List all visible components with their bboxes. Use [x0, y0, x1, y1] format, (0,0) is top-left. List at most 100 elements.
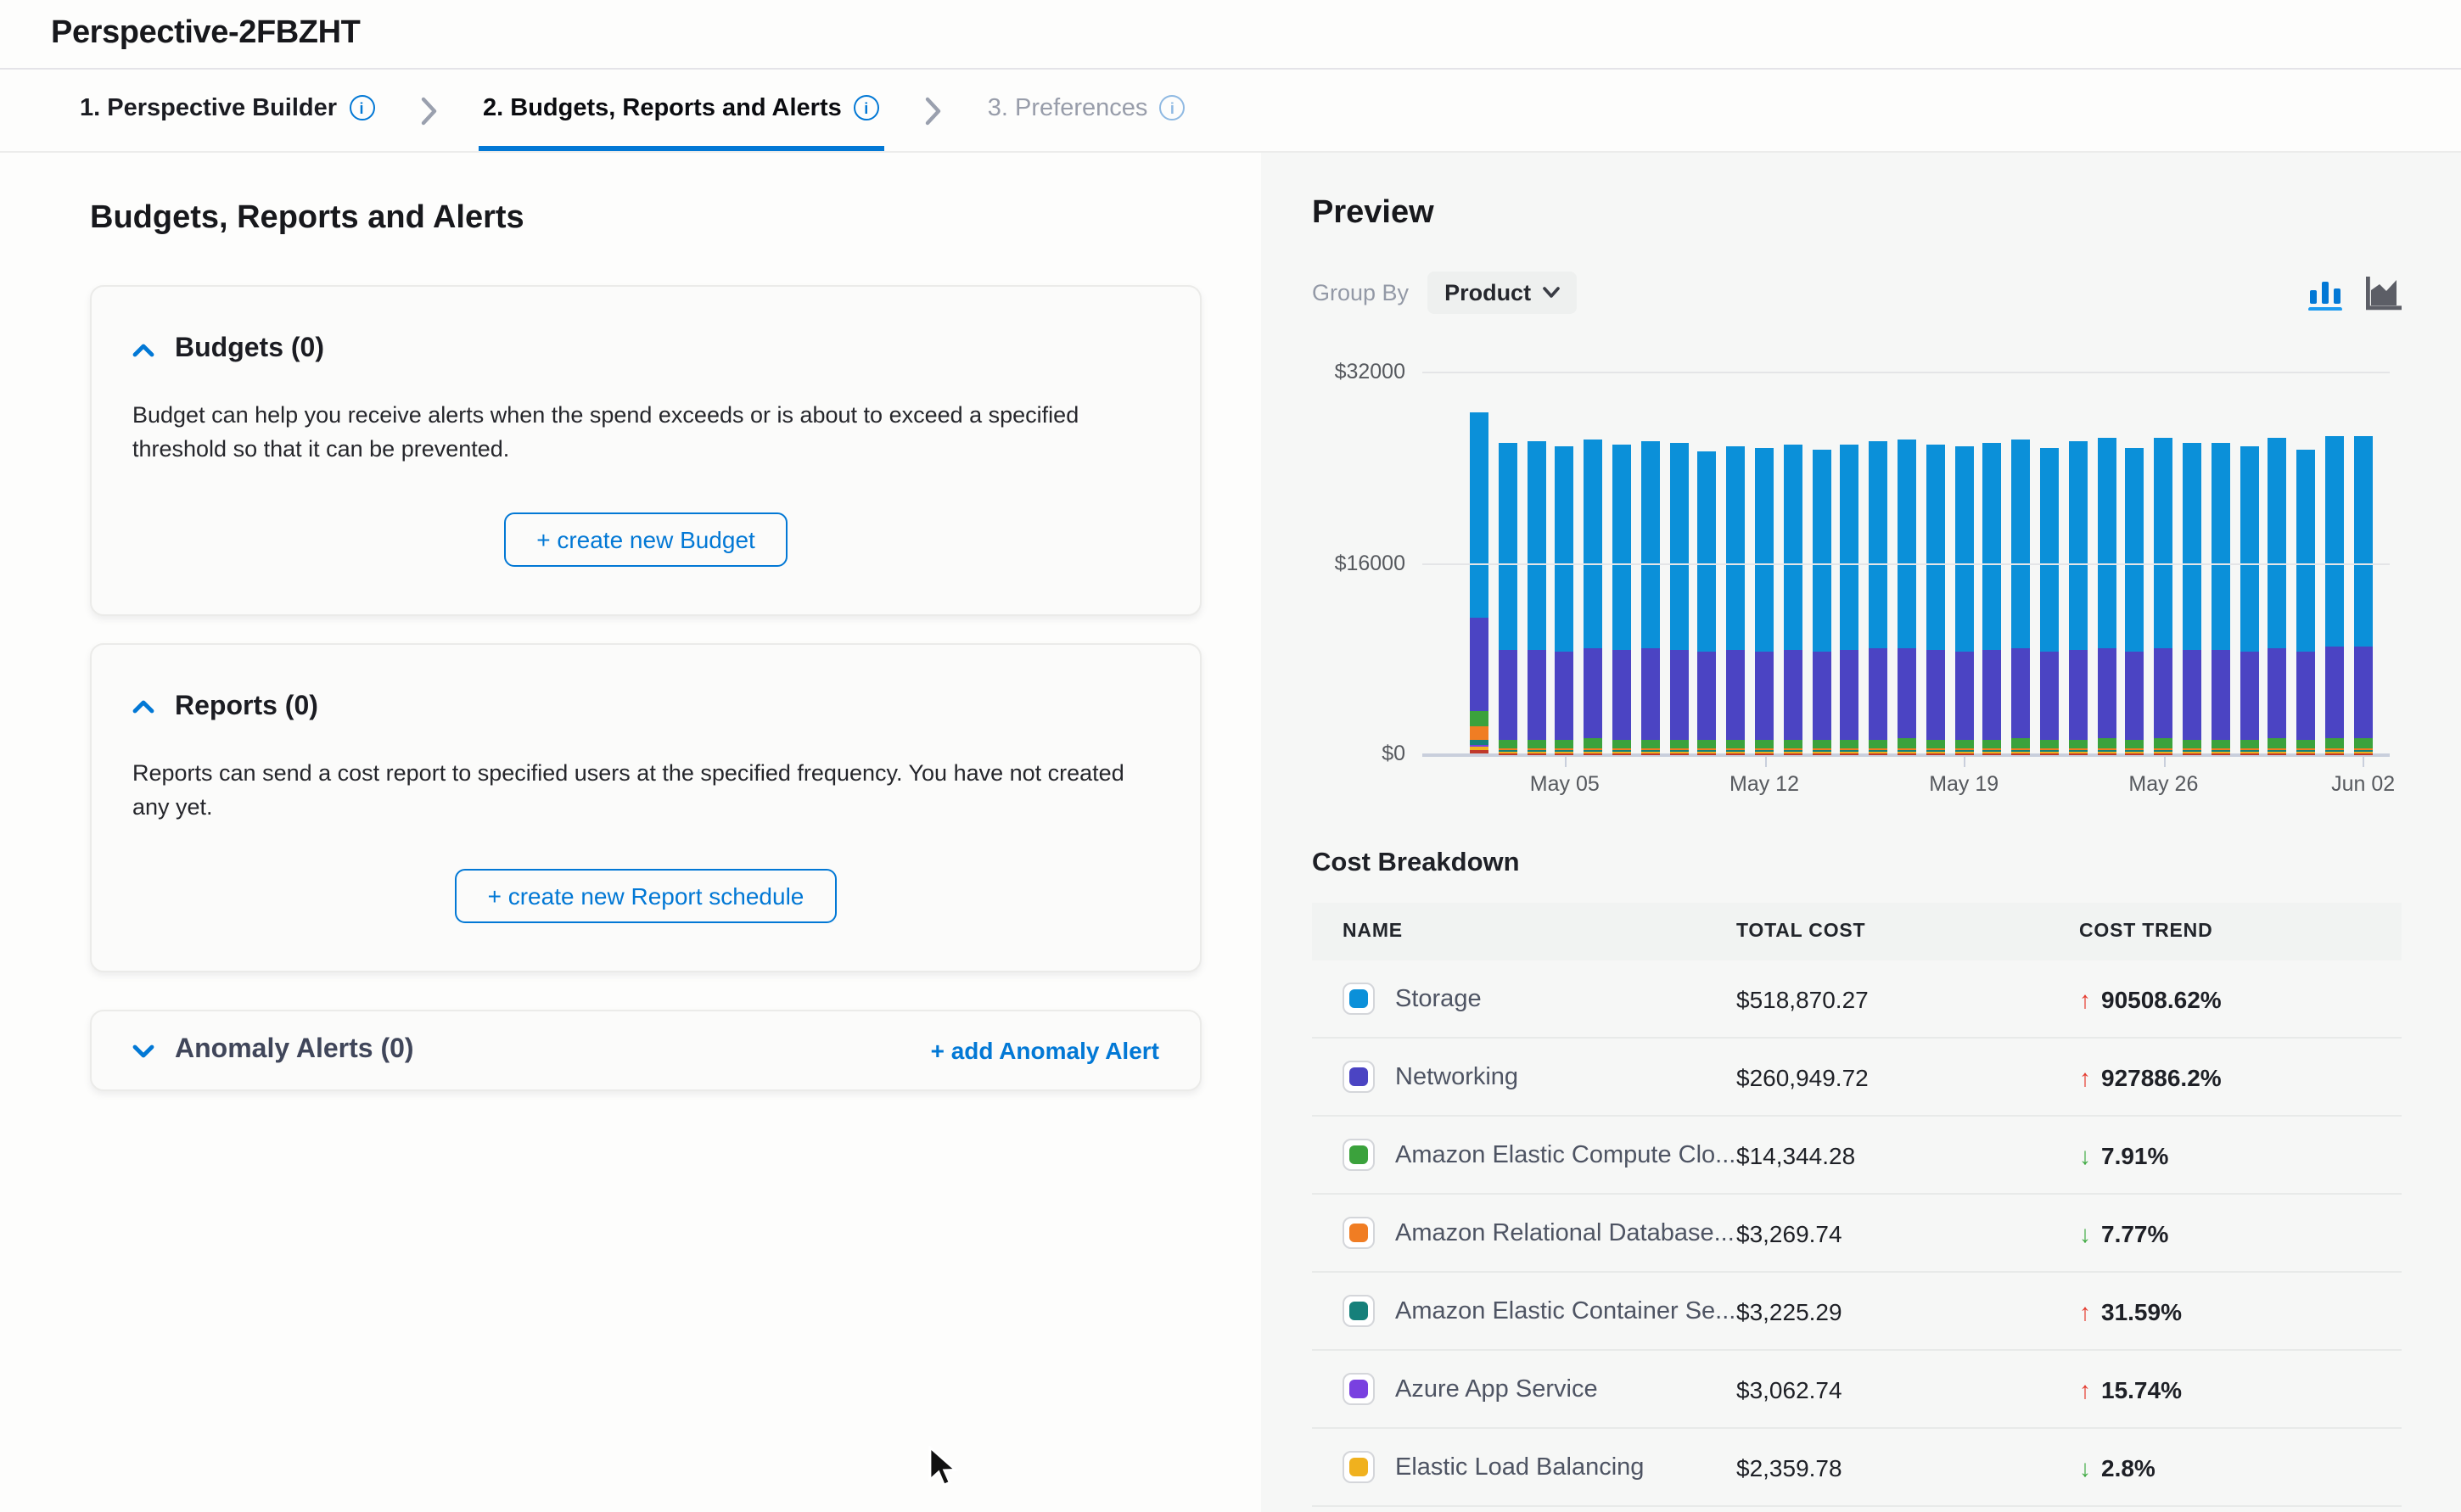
app-root: Perspective-2FBZHT 1. Perspective Builde… — [0, 0, 2461, 1512]
info-icon[interactable]: i — [1159, 95, 1185, 120]
info-icon[interactable]: i — [854, 95, 879, 120]
chart-bar[interactable] — [1755, 449, 1774, 753]
column-header-cost-trend: COST TREND — [2079, 921, 2402, 942]
chart-bar[interactable] — [1926, 445, 1945, 753]
trend-up-arrow-icon: ↑ — [2079, 1063, 2091, 1090]
anomaly-alerts-card-title: Anomaly Alerts (0) — [175, 1035, 414, 1066]
tab-label: 2. Budgets, Reports and Alerts — [483, 94, 842, 121]
x-axis-tick — [2163, 757, 2165, 767]
table-row[interactable]: Azure App Service$3,062.74↑15.74% — [1312, 1351, 2402, 1429]
anomaly-alerts-card: Anomaly Alerts (0) + add Anomaly Alert — [90, 1010, 1202, 1091]
series-color-swatch — [1343, 1295, 1375, 1327]
tab-budgets-reports-alerts[interactable]: 2. Budgets, Reports and Alerts i — [478, 70, 884, 151]
chart-bar[interactable] — [1527, 442, 1545, 753]
series-color-swatch — [1343, 1139, 1375, 1171]
chart-bar[interactable] — [1556, 446, 1574, 753]
chart-bar[interactable] — [2183, 443, 2201, 753]
chart-bar[interactable] — [2296, 450, 2315, 754]
table-row[interactable]: Amazon Relational Database...$3,269.74↓7… — [1312, 1195, 2402, 1273]
bar-chart-toggle[interactable] — [2308, 276, 2342, 310]
chart-bar[interactable] — [2154, 439, 2172, 754]
chart-bar[interactable] — [1869, 441, 1887, 753]
budgets-card: Budgets (0) Budget can help you receive … — [90, 285, 1202, 615]
x-axis-tick — [2363, 757, 2365, 767]
group-by-select[interactable]: Product — [1427, 272, 1577, 314]
trend-value: 15.74% — [2101, 1375, 2182, 1403]
x-axis-tick — [1565, 757, 1567, 767]
chart-bar[interactable] — [1669, 442, 1688, 753]
reports-card-title: Reports (0) — [175, 692, 318, 722]
chart-bar[interactable] — [1812, 451, 1830, 753]
chart-bar[interactable] — [2325, 437, 2344, 753]
area-chart-icon — [2366, 276, 2402, 310]
reports-card-header[interactable]: Reports (0) — [132, 692, 1159, 722]
chart-bar[interactable] — [2240, 446, 2258, 753]
chart-bar[interactable] — [2354, 436, 2373, 753]
row-total-cost: $3,269.74 — [1736, 1219, 2079, 1246]
trend-down-arrow-icon: ↓ — [2079, 1219, 2091, 1246]
anomaly-alerts-card-header[interactable]: Anomaly Alerts (0) — [132, 1035, 414, 1066]
trend-value: 7.91% — [2101, 1141, 2168, 1168]
y-axis-label: $0 — [1300, 742, 1405, 765]
x-axis-label: Jun 02 — [2331, 772, 2395, 796]
trend-up-arrow-icon: ↑ — [2079, 985, 2091, 1012]
tab-label: 3. Preferences — [988, 94, 1148, 121]
preview-chart: $32000$16000$0 May 05May 12May 19May 26J… — [1312, 372, 2402, 808]
series-color-swatch — [1343, 1217, 1375, 1249]
row-total-cost: $518,870.27 — [1736, 985, 2079, 1012]
cost-breakdown-header-row: NAME TOTAL COST COST TREND — [1312, 903, 2402, 960]
create-report-schedule-button[interactable]: + create new Report schedule — [456, 869, 837, 923]
chart-bar[interactable] — [1898, 440, 1916, 753]
info-icon[interactable]: i — [349, 95, 374, 120]
chart-bar[interactable] — [1584, 440, 1602, 753]
cost-breakdown-table: NAME TOTAL COST COST TREND Storage $518,8… — [1312, 903, 2402, 1507]
chart-bar[interactable] — [1470, 412, 1488, 753]
tab-preferences[interactable]: 3. Preferences i — [983, 70, 1191, 151]
chart-bar[interactable] — [2212, 442, 2230, 753]
chart-bar[interactable] — [2069, 442, 2088, 753]
series-color-swatch — [1343, 1061, 1375, 1093]
add-anomaly-alert-link[interactable]: + add Anomaly Alert — [931, 1037, 1159, 1064]
trend-value: 90508.62% — [2101, 985, 2222, 1012]
table-row[interactable]: Amazon Elastic Container Se...$3,225.29↑… — [1312, 1273, 2402, 1351]
row-cost-trend: ↓ 7.77% — [2079, 1219, 2402, 1246]
row-name: Elastic Load Balancing — [1395, 1453, 1644, 1481]
budgets-card-header[interactable]: Budgets (0) — [132, 334, 1159, 365]
chevron-up-icon — [132, 342, 154, 357]
chart-bar[interactable] — [2097, 438, 2116, 753]
table-row[interactable]: Storage $518,870.27↑ 90508.62% — [1312, 960, 2402, 1039]
create-budget-button[interactable]: + create new Budget — [504, 512, 788, 566]
chart-bar[interactable] — [1499, 443, 1517, 753]
area-chart-toggle[interactable] — [2366, 276, 2402, 310]
chart-bar[interactable] — [1726, 447, 1745, 753]
x-axis-tick — [1964, 757, 1965, 767]
preview-toolbar: Group By Product — [1312, 272, 2402, 314]
bar-chart-icon — [2308, 276, 2342, 310]
chart-bar[interactable] — [1983, 442, 2002, 753]
chart-bar[interactable] — [2040, 448, 2059, 753]
chart-bar[interactable] — [1641, 440, 1660, 753]
chart-bar[interactable] — [1841, 444, 1859, 753]
trend-value: 7.77% — [2101, 1219, 2168, 1246]
trend-up-arrow-icon: ↑ — [2079, 1375, 2091, 1403]
chart-bar[interactable] — [2011, 440, 2030, 753]
row-cost-trend: ↓7.91% — [2079, 1141, 2402, 1168]
row-name: Storage — [1395, 985, 1482, 1012]
tab-perspective-builder[interactable]: 1. Perspective Builder i — [75, 70, 379, 151]
x-axis-label: May 19 — [1929, 772, 1999, 796]
chart-bar[interactable] — [1612, 445, 1631, 753]
row-total-cost: $260,949.72 — [1736, 1063, 2079, 1090]
table-row[interactable]: Networking$260,949.72↑927886.2% — [1312, 1039, 2402, 1117]
table-row[interactable]: Elastic Load Balancing$2,359.78↓2.8% — [1312, 1429, 2402, 1507]
chart-bar[interactable] — [1698, 451, 1717, 753]
budgets-reports-alerts-section: Budgets, Reports and Alerts Budgets (0) … — [0, 153, 1261, 1512]
group-by-value: Product — [1444, 280, 1531, 305]
table-row[interactable]: Amazon Elastic Compute Clo...$14,344.28↓… — [1312, 1117, 2402, 1195]
chart-bar[interactable] — [1784, 445, 1802, 753]
y-axis-label: $16000 — [1300, 551, 1405, 574]
gridline — [1422, 563, 2390, 564]
chart-bar[interactable] — [1954, 446, 1973, 753]
chart-bar[interactable] — [2268, 438, 2287, 753]
chart-bar[interactable] — [2126, 449, 2144, 753]
row-total-cost: $3,225.29 — [1736, 1297, 2079, 1324]
